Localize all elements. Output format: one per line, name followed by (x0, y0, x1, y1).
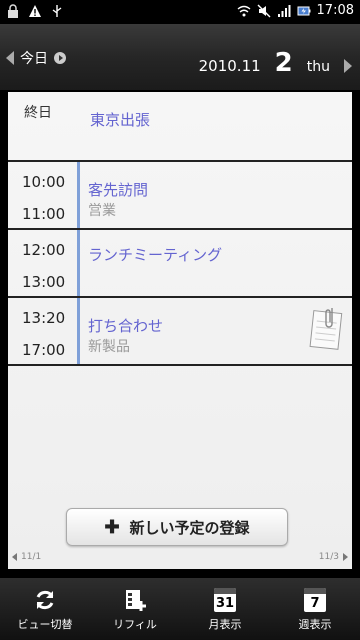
previous-date: 11/1 (21, 552, 42, 562)
view-switch-label: ビュー切替 (17, 617, 73, 631)
calendar-31-icon: 31 (214, 587, 236, 612)
day-schedule-panel: 終日 東京出張 10:00 11:00 客先訪問 営業 12:00 13:00 … (8, 92, 352, 569)
event-subtitle: 新製品 (88, 339, 130, 355)
week-view-button[interactable]: 7 週表示 (270, 578, 360, 640)
new-event-label: 新しい予定の登録 (129, 519, 250, 537)
status-notifications (6, 4, 64, 18)
clock: 17:08 (316, 3, 354, 18)
lock-icon (8, 4, 18, 18)
event-start-time: 12:00 (22, 241, 66, 259)
calendar-7-icon-wrap: 7 (302, 587, 328, 613)
calendar-7-icon: 7 (304, 587, 326, 612)
event-start-time: 13:20 (22, 309, 66, 327)
next-page[interactable]: 11/3 (319, 552, 348, 562)
current-date: 2010.11 2 thu (199, 48, 352, 78)
event-row[interactable]: 12:00 13:00 ランチミーティング (8, 228, 352, 296)
bottom-toolbar: ビュー切替 リフィル 31 月表示 7 週表示 (0, 578, 360, 640)
refill-button[interactable]: リフィル (90, 578, 180, 640)
event-end-time: 17:00 (22, 341, 66, 359)
schedule-divider (8, 364, 352, 366)
event-title: 客先訪問 (88, 181, 149, 199)
next-arrow-icon (343, 553, 348, 561)
event-subtitle: 営業 (88, 203, 116, 219)
week-view-label: 週表示 (298, 617, 332, 631)
event-row[interactable]: 10:00 11:00 客先訪問 営業 (8, 160, 352, 228)
all-day-label: 終日 (24, 105, 52, 121)
event-end-time: 13:00 (22, 273, 66, 291)
today-label: 今日 (20, 51, 48, 67)
event-duration-bar (77, 298, 80, 364)
all-day-event-title: 東京出張 (90, 111, 151, 129)
plus-icon: ✚ (104, 516, 120, 537)
year-month: 2010.11 (198, 57, 261, 75)
event-title: ランチミーティング (88, 246, 223, 264)
refill-label: リフィル (113, 617, 157, 631)
all-day-event[interactable]: 終日 東京出張 (8, 92, 352, 162)
refill-icon (122, 587, 148, 613)
signal-icon (277, 4, 291, 17)
warning-icon (29, 5, 41, 17)
previous-day-arrow-icon[interactable] (6, 51, 14, 65)
new-event-button[interactable]: ✚ 新しい予定の登録 (66, 508, 288, 546)
next-day-arrow-icon[interactable] (344, 59, 352, 73)
usb-icon (52, 5, 62, 17)
event-duration-bar (77, 230, 80, 296)
event-duration-bar (77, 162, 80, 228)
calendar-31-icon-wrap: 31 (212, 587, 238, 613)
month-view-button[interactable]: 31 月表示 (180, 578, 270, 640)
next-date: 11/3 (318, 552, 339, 562)
battery-charging-icon (297, 6, 311, 15)
refresh-icon (32, 587, 58, 613)
status-system: 17:08 (237, 3, 354, 18)
day-number: 2 (274, 48, 293, 78)
mute-icon (257, 4, 271, 17)
month-view-label: 月表示 (208, 617, 242, 631)
status-bar: 17:08 (0, 0, 360, 24)
wifi-icon (237, 5, 250, 16)
view-switch-button[interactable]: ビュー切替 (0, 578, 90, 640)
today-button[interactable]: 今日 (6, 48, 66, 68)
event-end-time: 11:00 (22, 205, 66, 223)
previous-arrow-icon (12, 553, 17, 561)
today-go-icon (54, 52, 66, 64)
weekday: thu (306, 59, 330, 75)
previous-page[interactable]: 11/1 (12, 552, 41, 562)
event-title: 打ち合わせ (88, 317, 164, 335)
date-header: 今日 2010.11 2 thu (0, 24, 360, 90)
event-row[interactable]: 13:20 17:00 打ち合わせ 新製品 (8, 296, 352, 364)
event-start-time: 10:00 (22, 173, 66, 191)
memo-attachment-icon[interactable] (308, 306, 344, 352)
